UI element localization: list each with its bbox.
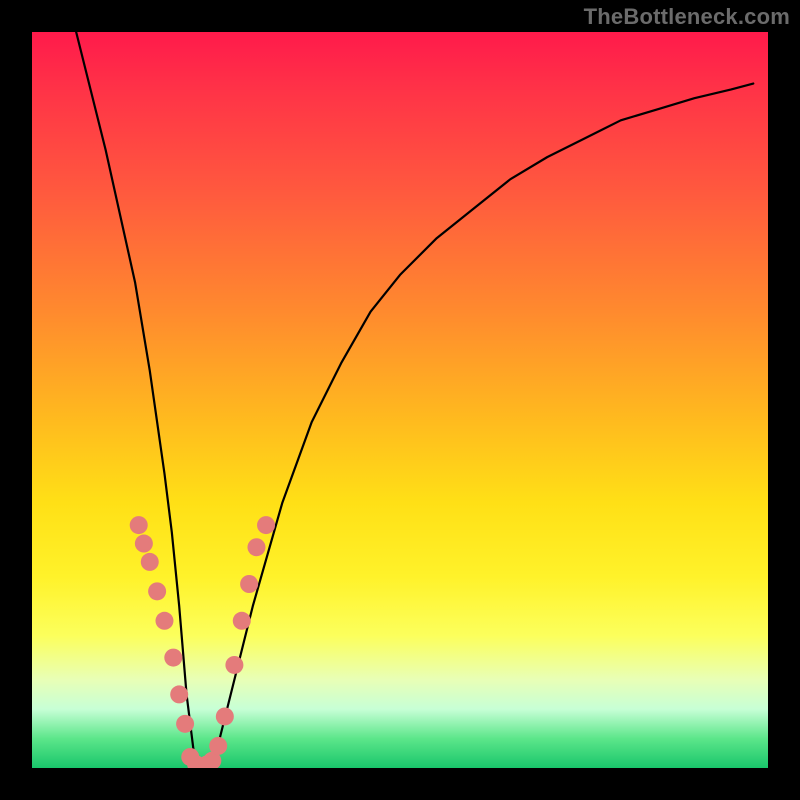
- data-point: [240, 575, 258, 593]
- data-point: [148, 582, 166, 600]
- data-point: [141, 553, 159, 571]
- chart-stage: TheBottleneck.com: [0, 0, 800, 800]
- data-point: [130, 516, 148, 534]
- data-point: [135, 535, 153, 553]
- data-point: [164, 649, 182, 667]
- data-point: [247, 538, 265, 556]
- data-point: [155, 612, 173, 630]
- data-point: [216, 707, 234, 725]
- data-point: [170, 685, 188, 703]
- data-point: [233, 612, 251, 630]
- plot-area: [32, 32, 768, 768]
- data-point: [176, 715, 194, 733]
- plot-svg: [32, 32, 768, 768]
- data-points-group: [130, 516, 275, 768]
- data-point: [257, 516, 275, 534]
- data-point: [225, 656, 243, 674]
- watermark-text: TheBottleneck.com: [584, 6, 790, 28]
- data-point: [209, 737, 227, 755]
